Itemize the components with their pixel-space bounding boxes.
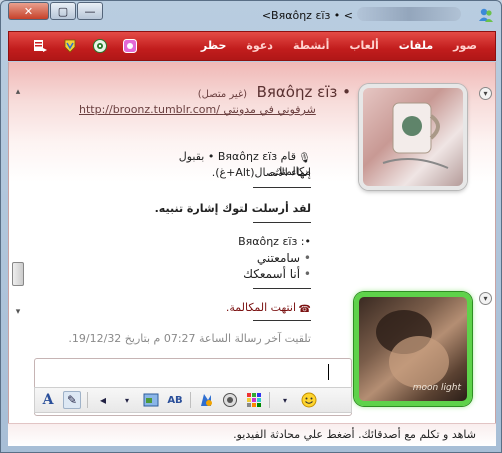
webcam-icon[interactable]: [91, 37, 109, 55]
back-arrow-icon[interactable]: ◂: [94, 391, 112, 409]
text-caret: [328, 364, 329, 380]
left-rail: ▴ ▾: [9, 62, 27, 446]
scene-icon[interactable]: [142, 391, 160, 409]
conversation-pane: ▴ ▾ ▾ ▾ moon light Bяαôηz εїз • (غير متص…: [8, 62, 496, 446]
divider: [190, 392, 191, 408]
status-bar: شاهد و تكلم مع أصدقائك. أضغط علي محادثة …: [8, 423, 496, 446]
color-grid-icon[interactable]: [245, 391, 263, 409]
coffee-cup-image: [382, 102, 449, 169]
close-button[interactable]: ✕: [8, 2, 49, 20]
psm-link[interactable]: http://broonz.tumblr.com/: [79, 103, 220, 116]
video-call-promo[interactable]: شاهد و تكلم مع أصدقائك. أضغط علي محادثة …: [233, 428, 476, 441]
media-icon[interactable]: [121, 37, 139, 55]
personal-message[interactable]: http://broonz.tumblr.com/ شرفوني في مدون…: [79, 103, 316, 116]
spellcheck-icon[interactable]: AB: [166, 391, 184, 409]
toolbar-menu: صور ملفات ألعاب أنشطة دعوة حظر: [191, 32, 487, 60]
divider: [253, 222, 311, 223]
pane-splitter-handle[interactable]: [12, 262, 24, 286]
contact-menu-chevron-icon[interactable]: ▾: [479, 87, 492, 100]
call-end-icon: ☎: [298, 304, 311, 315]
window-title: <Bяαôηz εїз • <: [261, 9, 353, 22]
maximize-button[interactable]: ▢: [50, 2, 76, 20]
font-icon[interactable]: A: [39, 391, 57, 409]
contact-header: Bяαôηz εїз • (غير متصل): [33, 83, 351, 101]
divider: [253, 320, 311, 321]
menu-block[interactable]: حظر: [191, 32, 237, 60]
pen-icon[interactable]: ✎: [63, 391, 81, 409]
nudge-message: لقد أرسلت لتوك إشارة تنبيه.: [154, 202, 311, 215]
menu-photos[interactable]: صور: [443, 32, 487, 60]
title-bar: ✕ ▢ — <Bяαôηz εїз • <: [1, 1, 501, 31]
last-message-timestamp: تلقيت آخر رسالة الساعة 07:27 م بتاريخ 19…: [68, 332, 311, 345]
toolbar-icon-group: [31, 37, 139, 55]
wink-icon[interactable]: [197, 391, 215, 409]
chat-window: ✕ ▢ — <Bяαôηz εїз • < صور ملفات ألعاب أن…: [0, 0, 502, 453]
contact-name: Bяαôηz εїз •: [256, 83, 351, 101]
menu-activities[interactable]: أنشطة: [283, 32, 339, 60]
menu-files[interactable]: ملفات: [389, 32, 443, 60]
chevron-down-icon[interactable]: ▾: [118, 391, 136, 409]
call-ended-message: ☎انتهت المكالمة.: [225, 301, 311, 315]
end-call-hint: إنهاء الاتصال(Alt+غ).: [211, 166, 311, 179]
message-list: سامعتني أنا أسمعكك: [243, 250, 311, 282]
list-item: سامعتني: [243, 250, 311, 266]
contact-avatar[interactable]: [359, 84, 467, 190]
list-item: أنا أسمعكك: [243, 266, 311, 282]
self-avatar[interactable]: moon light: [354, 292, 472, 406]
avatar-caption: moon light: [412, 383, 461, 393]
chevron-down-icon[interactable]: ▾: [276, 391, 294, 409]
menu-games[interactable]: ألعاب: [339, 32, 388, 60]
add-contact-icon[interactable]: [31, 37, 49, 55]
divider: [253, 187, 311, 188]
divider: [87, 392, 88, 408]
microphone-icon: 🎙: [298, 153, 311, 164]
collapse-up-icon[interactable]: ▴: [13, 87, 23, 97]
expand-down-icon[interactable]: ▾: [13, 307, 23, 317]
emoticon-icon[interactable]: [300, 391, 318, 409]
self-menu-chevron-icon[interactable]: ▾: [479, 292, 492, 305]
voice-clip-icon[interactable]: [221, 391, 239, 409]
action-toolbar: صور ملفات ألعاب أنشطة دعوة حظر: [8, 31, 496, 61]
sender-label: Bяαôηz εїз :•: [238, 235, 311, 248]
contact-status: (غير متصل): [197, 89, 248, 100]
messenger-icon: [479, 8, 493, 22]
divider: [253, 288, 311, 289]
divider: [269, 392, 270, 408]
minimize-button[interactable]: —: [77, 2, 103, 20]
block-shield-icon[interactable]: [61, 37, 79, 55]
psm-text: شرفوني في مدونتي: [223, 103, 316, 116]
menu-invite[interactable]: دعوة: [236, 32, 283, 60]
format-toolbar: A ✎ ◂ ▾ AB ▾: [34, 387, 352, 413]
title-blur-decoration: [357, 7, 461, 21]
